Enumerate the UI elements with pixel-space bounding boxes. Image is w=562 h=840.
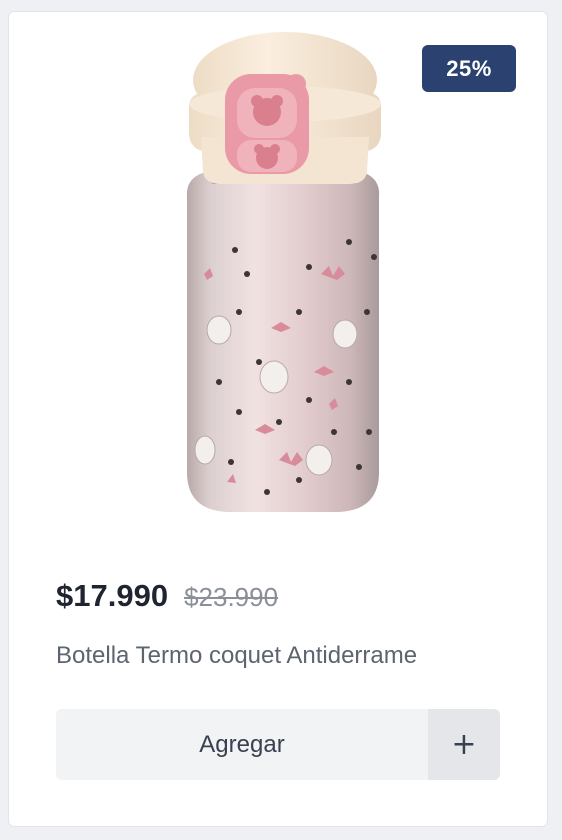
product-name[interactable]: Botella Termo coquet Antiderrame [56, 642, 417, 670]
plus-button[interactable]: + [428, 709, 500, 780]
product-card[interactable]: 25% $17.990 $23.990 Botella Termo coquet… [8, 11, 548, 827]
price-old: $23.990 [184, 582, 279, 612]
plus-icon: + [451, 727, 477, 762]
price-current: $17.990 [56, 578, 169, 613]
product-image[interactable]: 25% [9, 12, 547, 552]
cart-actions: Agregar + [56, 709, 500, 780]
add-to-cart-button[interactable]: Agregar [56, 709, 428, 780]
thermos-bottle-image [186, 32, 381, 512]
discount-badge: 25% [422, 45, 516, 92]
price-row: $17.990 $23.990 [56, 578, 278, 614]
